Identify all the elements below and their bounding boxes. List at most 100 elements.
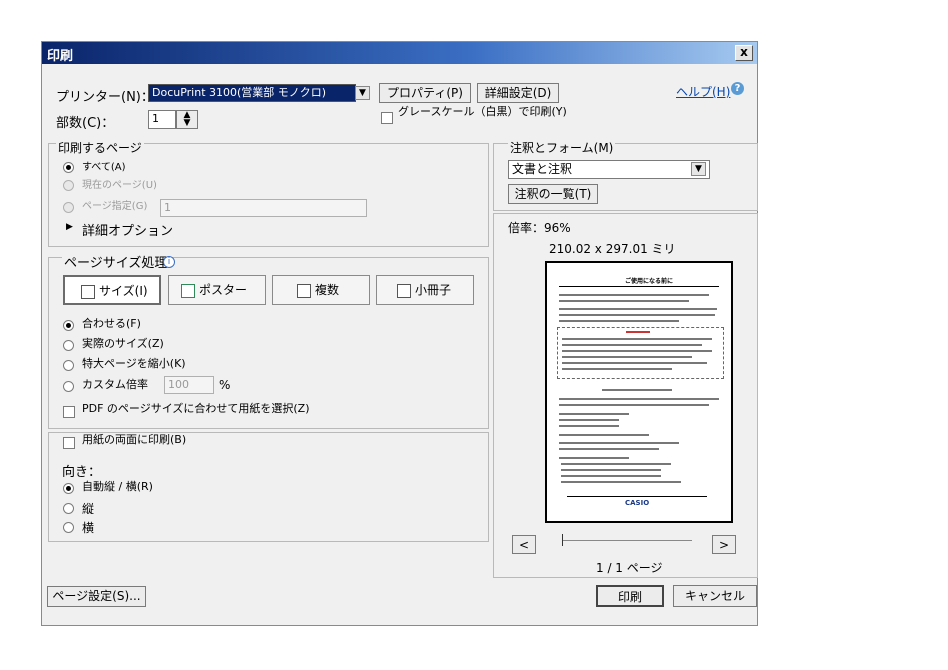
radio-portrait[interactable] bbox=[63, 503, 74, 514]
percent-sign: % bbox=[219, 378, 231, 392]
actual-size-label: 実際のサイズ(Z) bbox=[82, 337, 164, 350]
tab-poster[interactable]: ポスター bbox=[168, 275, 266, 305]
page-setup-button[interactable]: ページ設定(S)... bbox=[47, 586, 146, 607]
fit-label: 合わせる(F) bbox=[82, 317, 141, 330]
comments-select[interactable]: 文書と注釈 bbox=[508, 160, 710, 179]
radio-auto-orientation[interactable] bbox=[63, 483, 74, 494]
landscape-label: 横 bbox=[82, 521, 95, 535]
printer-dropdown-arrow[interactable]: ▼ bbox=[355, 86, 370, 100]
custom-scale-label: カスタム倍率 bbox=[82, 378, 148, 391]
preview-text-line bbox=[559, 448, 659, 450]
preview-text-line bbox=[559, 425, 619, 427]
size-icon bbox=[81, 284, 95, 299]
radio-fit[interactable] bbox=[63, 320, 74, 331]
custom-scale-input[interactable]: 100 bbox=[164, 376, 214, 394]
preview-text-line bbox=[559, 398, 719, 400]
preview-dimensions: 210.02 x 297.01 ミリ bbox=[549, 242, 676, 256]
radio-page-range[interactable] bbox=[63, 202, 74, 213]
printer-label: プリンター(N)： bbox=[56, 90, 154, 105]
page-slider-thumb[interactable] bbox=[562, 534, 563, 546]
tab-multiple[interactable]: 複数 bbox=[272, 275, 370, 305]
comments-dropdown-arrow[interactable]: ▼ bbox=[691, 162, 706, 176]
preview-text-line bbox=[561, 475, 661, 477]
preview-rule bbox=[567, 496, 707, 497]
close-button[interactable]: x bbox=[735, 45, 753, 61]
properties-button[interactable]: プロパティ(P) bbox=[379, 83, 471, 103]
copies-stepper[interactable]: ▲ ▼ bbox=[176, 110, 198, 129]
duplex-label: 用紙の両面に印刷(B) bbox=[82, 433, 187, 446]
page-sizing-heading: ページサイズ処理 bbox=[62, 252, 170, 271]
tab-booklet[interactable]: 小冊子 bbox=[376, 275, 474, 305]
preview-doc-title: ご使用になる前に bbox=[625, 278, 674, 285]
preview-text-line bbox=[559, 434, 649, 436]
tab-multiple-label: 複数 bbox=[315, 283, 340, 297]
preview-text-line bbox=[562, 350, 712, 352]
copies-input[interactable]: 1 bbox=[148, 110, 176, 129]
current-page-label: 現在のページ(U) bbox=[82, 180, 157, 191]
radio-shrink[interactable] bbox=[63, 360, 74, 371]
portrait-label: 縦 bbox=[82, 502, 95, 516]
preview-text-line bbox=[559, 419, 619, 421]
preview-text-line bbox=[561, 469, 661, 471]
preview-text-line bbox=[562, 356, 692, 358]
preview-text-line bbox=[559, 404, 709, 406]
preview-text-line bbox=[562, 338, 712, 340]
preview-text-line bbox=[559, 308, 717, 310]
preview-notice-heading bbox=[626, 331, 650, 333]
preview-text-line bbox=[559, 320, 679, 322]
preview-text-line bbox=[559, 457, 629, 459]
duplex-checkbox[interactable] bbox=[63, 437, 75, 449]
preview-logo: CASIO bbox=[625, 499, 650, 507]
poster-icon bbox=[181, 283, 195, 298]
all-pages-label: すべて(A) bbox=[82, 162, 126, 173]
radio-landscape[interactable] bbox=[63, 522, 74, 533]
comments-summary-button[interactable]: 注釈の一覧(T) bbox=[508, 184, 598, 204]
grayscale-label: グレースケール（白黒）で印刷(Y) bbox=[398, 105, 567, 118]
radio-actual-size[interactable] bbox=[63, 340, 74, 351]
help-link[interactable]: ヘルプ(H) bbox=[676, 83, 730, 100]
preview-scale: 倍率：96% bbox=[508, 221, 571, 235]
copies-label: 部数(C)： bbox=[56, 116, 115, 131]
info-icon[interactable]: i bbox=[163, 256, 175, 268]
preview-text-line bbox=[559, 294, 709, 296]
preview-text-line bbox=[559, 300, 689, 302]
window-title: 印刷 bbox=[47, 49, 74, 64]
help-icon[interactable]: ? bbox=[731, 82, 744, 95]
preview-rule bbox=[559, 286, 719, 287]
page-range-label: ページ指定(G) bbox=[82, 201, 148, 212]
preview-text-line bbox=[562, 368, 672, 370]
preview-text-line bbox=[561, 481, 681, 483]
tab-size[interactable]: サイズ(I) bbox=[63, 275, 161, 305]
tab-poster-label: ポスター bbox=[199, 283, 248, 297]
prev-page-button[interactable]: < bbox=[512, 535, 536, 554]
page-slider-track[interactable] bbox=[562, 540, 692, 541]
preview-notice-box bbox=[557, 327, 724, 379]
title-bar[interactable]: 印刷 x bbox=[42, 42, 757, 64]
tab-booklet-label: 小冊子 bbox=[415, 283, 452, 297]
preview-text-line bbox=[561, 463, 671, 465]
booklet-icon bbox=[397, 283, 411, 298]
multiple-icon bbox=[297, 283, 311, 298]
comments-heading: 注釈とフォーム(M) bbox=[508, 139, 616, 156]
next-page-button[interactable]: > bbox=[712, 535, 736, 554]
preview-subheading bbox=[602, 389, 672, 391]
paper-source-checkbox[interactable] bbox=[63, 406, 75, 418]
more-options-toggle[interactable]: 詳細オプション bbox=[82, 220, 173, 239]
radio-all-pages[interactable] bbox=[63, 162, 74, 173]
pages-heading: 印刷するページ bbox=[56, 139, 144, 156]
preview-text-line bbox=[559, 314, 715, 316]
page-range-input[interactable]: 1 bbox=[160, 199, 367, 217]
expand-triangle-icon[interactable]: ▶ bbox=[66, 222, 73, 232]
cancel-button[interactable]: キャンセル bbox=[673, 585, 757, 607]
preview-text-line bbox=[562, 362, 707, 364]
tab-size-label: サイズ(I) bbox=[99, 284, 148, 298]
printer-select[interactable]: DocuPrint 3100(営業部 モノクロ) bbox=[148, 84, 356, 102]
grayscale-checkbox[interactable] bbox=[381, 112, 393, 124]
radio-custom-scale[interactable] bbox=[63, 381, 74, 392]
preview-text-line bbox=[559, 413, 629, 415]
advanced-button[interactable]: 詳細設定(D) bbox=[477, 83, 559, 103]
preview-text-line bbox=[559, 442, 679, 444]
print-button[interactable]: 印刷 bbox=[596, 585, 664, 607]
radio-current-page[interactable] bbox=[63, 180, 74, 191]
page-indicator: 1 / 1 ページ bbox=[596, 561, 663, 575]
